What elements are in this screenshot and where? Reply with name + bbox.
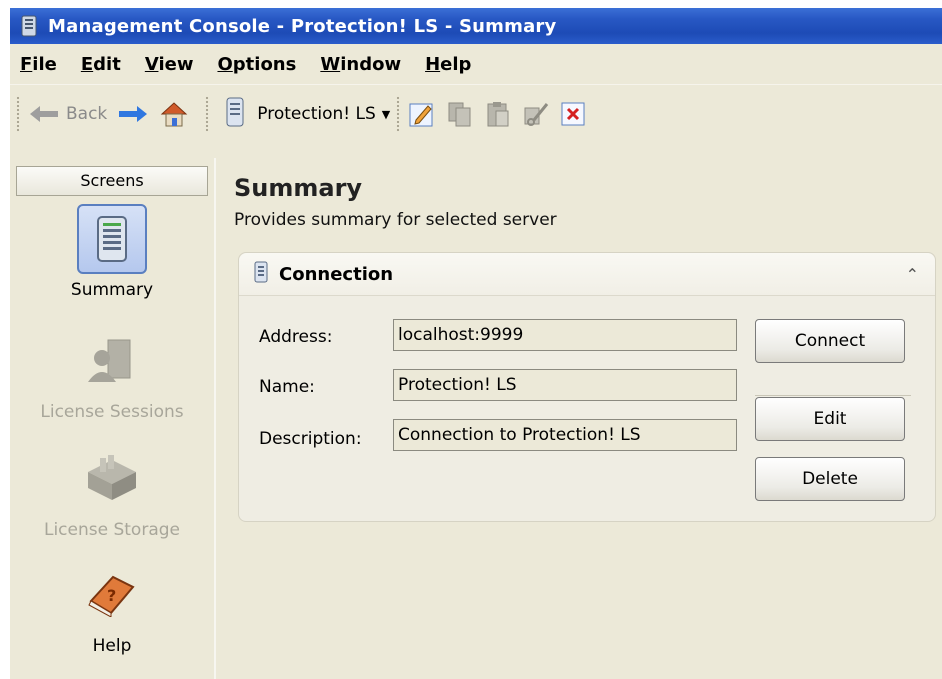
- paste-icon: [484, 100, 512, 128]
- copy-button[interactable]: [446, 100, 474, 128]
- button-divider: [755, 395, 911, 396]
- server-tower-icon: [97, 216, 127, 262]
- forward-arrow-icon: [117, 103, 149, 125]
- toolbar-grip[interactable]: [16, 96, 20, 132]
- edit-icon: [408, 100, 436, 128]
- back-arrow-icon: [28, 103, 60, 125]
- forward-button[interactable]: [117, 103, 149, 125]
- collapse-icon[interactable]: ⌃: [906, 265, 919, 284]
- delete-icon: [560, 101, 586, 127]
- license-storage-icon-frame: [76, 442, 148, 514]
- sidebar-item-help[interactable]: ? Help: [10, 558, 214, 656]
- paste-button[interactable]: [484, 100, 512, 128]
- sidebar-item-license-sessions[interactable]: License Sessions: [10, 324, 214, 422]
- back-button[interactable]: Back: [28, 103, 107, 125]
- menu-edit[interactable]: Edit: [81, 50, 121, 79]
- screens-sidebar: Screens Summary License Sessions License…: [10, 158, 216, 679]
- cut-button[interactable]: [522, 100, 550, 128]
- address-label: Address:: [259, 327, 333, 347]
- name-field[interactable]: Protection! LS: [393, 369, 737, 401]
- edit-button[interactable]: Edit: [755, 397, 905, 441]
- menu-file[interactable]: File: [20, 50, 57, 79]
- menu-view[interactable]: View: [145, 50, 194, 79]
- menu-help[interactable]: Help: [425, 50, 471, 79]
- menu-options-label: ptions: [232, 53, 297, 75]
- delete-button[interactable]: [560, 101, 586, 127]
- description-field[interactable]: Connection to Protection! LS: [393, 419, 737, 451]
- server-icon: [253, 261, 269, 288]
- sidebar-item-label: Help: [92, 636, 132, 656]
- cut-icon: [522, 100, 550, 128]
- users-icon: [88, 339, 131, 382]
- page-subtitle: Provides summary for selected server: [234, 210, 557, 230]
- menu-window[interactable]: Window: [320, 50, 401, 79]
- home-icon: [159, 99, 189, 129]
- back-label: Back: [66, 104, 108, 124]
- window-title: Management Console - Protection! LS - Su…: [48, 15, 557, 37]
- menu-file-label: ile: [32, 53, 57, 75]
- home-button[interactable]: [159, 99, 189, 129]
- svg-text:?: ?: [107, 586, 116, 605]
- address-field[interactable]: localhost:9999: [393, 319, 737, 351]
- server-icon: [221, 96, 249, 133]
- application-window: Management Console - Protection! LS - Su…: [10, 8, 942, 679]
- menu-edit-label: dit: [93, 53, 121, 75]
- menu-view-label: iew: [158, 53, 194, 75]
- title-bar[interactable]: Management Console - Protection! LS - Su…: [10, 8, 942, 44]
- menu-window-label: indow: [340, 53, 402, 75]
- sidebar-item-label: License Storage: [43, 520, 180, 540]
- sidebar-item-summary[interactable]: Summary: [10, 204, 214, 300]
- screens-header: Screens: [16, 166, 208, 196]
- app-server-icon: [18, 15, 40, 37]
- sidebar-item-label: License Sessions: [40, 402, 184, 422]
- server-selector[interactable]: Protection! LS ▼: [221, 96, 390, 133]
- toolbar-grip-3[interactable]: [396, 96, 401, 132]
- connection-panel-header[interactable]: Connection ⌃: [239, 253, 935, 296]
- menu-bar: File Edit View Options Window Help: [10, 44, 942, 84]
- sidebar-item-label: Summary: [70, 280, 154, 300]
- toolbar-grip-2[interactable]: [205, 96, 210, 132]
- sidebar-item-license-storage[interactable]: License Storage: [10, 442, 214, 540]
- edit-button[interactable]: [408, 100, 436, 128]
- panel-title: Connection: [279, 263, 394, 285]
- toolbar: Back Protection! LS ▼: [10, 84, 942, 143]
- connection-panel: Connection ⌃ Address: localhost:9999 Nam…: [238, 252, 936, 522]
- menu-help-label: elp: [440, 53, 472, 75]
- chevron-down-icon: ▼: [381, 107, 391, 121]
- page-title: Summary: [234, 174, 363, 202]
- server-label: Protection! LS: [257, 104, 376, 124]
- name-label: Name:: [259, 377, 315, 397]
- description-label: Description:: [259, 429, 362, 449]
- delete-button[interactable]: Delete: [755, 457, 905, 501]
- help-book-icon: ?: [88, 575, 135, 617]
- license-sessions-icon-frame: [76, 324, 148, 396]
- copy-icon: [446, 100, 474, 128]
- file-cabinet-icon: [88, 455, 136, 500]
- menu-options[interactable]: Options: [217, 50, 296, 79]
- summary-icon-frame: [77, 204, 147, 274]
- main-content: Summary Provides summary for selected se…: [218, 158, 942, 679]
- connect-button[interactable]: Connect: [755, 319, 905, 363]
- help-icon-frame: ?: [76, 558, 148, 630]
